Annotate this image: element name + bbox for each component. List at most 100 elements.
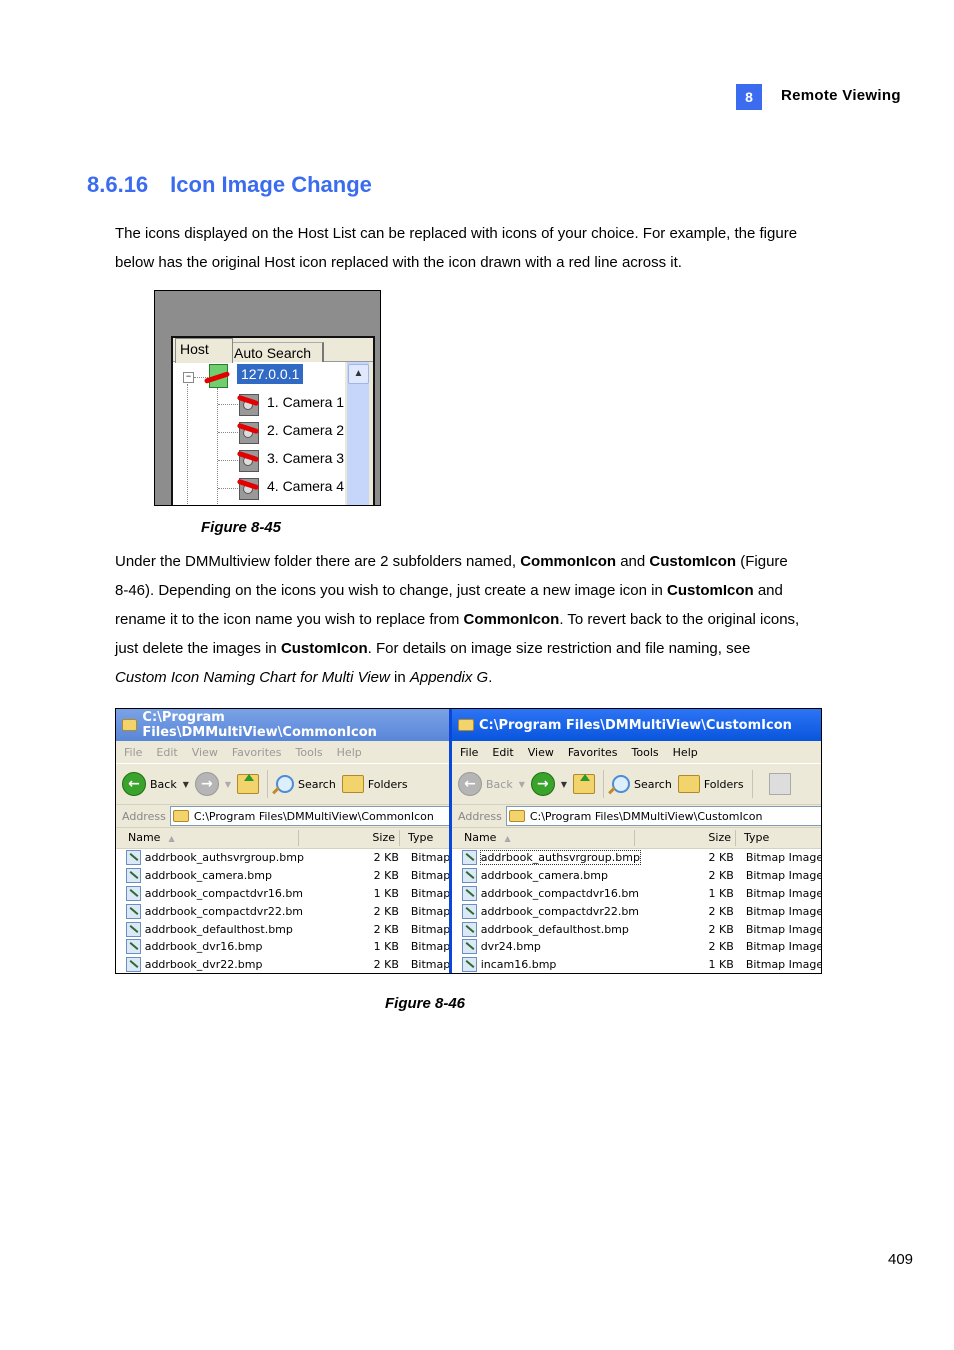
search-icon bbox=[276, 775, 295, 793]
file-row[interactable]: addrbook_defaulthost.bmp 2 KB Bitmap bbox=[116, 920, 450, 938]
column-header-name[interactable]: Name ▲ bbox=[116, 830, 299, 846]
toolbar: ← Back ▼ → ▼ Search Folders bbox=[116, 763, 450, 804]
camera-item[interactable]: 1. Camera 1 bbox=[267, 394, 344, 410]
menu-favorites[interactable]: Favorites bbox=[232, 746, 282, 759]
appendix-reference: Appendix G bbox=[409, 669, 489, 686]
file-row-focused[interactable]: addrbook_authsvrgroup.bmp 2 KB Bitmap Imag… bbox=[452, 849, 821, 867]
intro-line: below has the original Host icon replace… bbox=[115, 254, 682, 271]
host-list-tabs: Host Auto Search bbox=[173, 338, 373, 364]
section-heading: 8.6.16 Icon Image Change bbox=[87, 172, 372, 198]
column-header-type[interactable]: Type bbox=[400, 830, 448, 846]
file-row[interactable]: addrbook_authsvrgroup.bmp 2 KB Bitmap bbox=[116, 849, 450, 867]
collapse-icon[interactable]: − bbox=[183, 372, 194, 383]
page-number: 409 bbox=[888, 1251, 914, 1268]
figure-8-46-explorer-screenshot: C:\Program Files\DMMultiView\CommonIcon … bbox=[115, 708, 822, 974]
toolbar-separator bbox=[603, 770, 605, 798]
bitmap-file-icon bbox=[462, 885, 477, 901]
column-header-size[interactable]: Size bbox=[635, 830, 736, 846]
back-dropdown-icon[interactable]: ▼ bbox=[519, 780, 525, 789]
file-list: addrbook_authsvrgroup.bmp 2 KB Bitmap addr… bbox=[116, 849, 450, 973]
menu-bar: File Edit View Favorites Tools Help bbox=[452, 741, 821, 763]
host-item[interactable]: 127.0.0.1 bbox=[237, 364, 304, 384]
folders-button[interactable]: Folders bbox=[341, 775, 408, 793]
list-header: Name ▲ Size Type bbox=[116, 827, 450, 849]
section-title: Icon Image Change bbox=[170, 172, 372, 197]
forward-dropdown-icon[interactable]: ▼ bbox=[225, 780, 231, 789]
folders-button[interactable]: Folders bbox=[677, 775, 744, 793]
camera-icon-custom bbox=[236, 392, 261, 416]
window-titlebar[interactable]: C:\Program Files\DMMultiView\CustomIcon bbox=[452, 709, 821, 741]
move-to-icon[interactable] bbox=[768, 773, 791, 795]
column-header-type[interactable]: Type bbox=[736, 830, 821, 846]
camera-item[interactable]: 4. Camera 4 bbox=[267, 478, 344, 494]
menu-help[interactable]: Help bbox=[337, 746, 362, 759]
bitmap-file-icon bbox=[462, 939, 477, 955]
forward-dropdown-icon[interactable]: ▼ bbox=[561, 780, 567, 789]
address-input[interactable]: C:\Program Files\DMMultiView\CustomIcon bbox=[505, 806, 821, 826]
menu-help[interactable]: Help bbox=[673, 746, 698, 759]
chapter-number-badge: 8 bbox=[736, 84, 762, 110]
bitmap-file-icon bbox=[462, 903, 477, 919]
window-titlebar[interactable]: C:\Program Files\DMMultiView\CommonIcon bbox=[116, 709, 450, 741]
address-label: Address bbox=[458, 809, 502, 823]
address-input[interactable]: C:\Program Files\DMMultiView\CommonIcon bbox=[169, 806, 450, 826]
camera-icon-custom bbox=[236, 476, 261, 500]
menu-tools[interactable]: Tools bbox=[296, 746, 323, 759]
file-row[interactable]: addrbook_compactdvr16.bmp 1 KB Bitmap Imag… bbox=[452, 885, 821, 903]
back-button[interactable]: ← Back bbox=[122, 772, 177, 796]
bitmap-file-icon bbox=[126, 957, 141, 973]
search-button[interactable]: Search bbox=[276, 775, 336, 793]
file-row[interactable]: addrbook_defaulthost.bmp 2 KB Bitmap Image bbox=[452, 920, 821, 938]
intro-line: The icons displayed on the Host List can… bbox=[115, 225, 798, 242]
menu-favorites[interactable]: Favorites bbox=[568, 746, 618, 759]
menu-edit[interactable]: Edit bbox=[492, 746, 513, 759]
file-row[interactable]: incam16.bmp 1 KB Bitmap Image bbox=[452, 956, 821, 973]
folder-icon bbox=[508, 810, 525, 822]
file-row[interactable]: addrbook_dvr22.bmp 2 KB Bitmap bbox=[116, 956, 450, 973]
camera-item[interactable]: 2. Camera 2 bbox=[267, 422, 344, 438]
camera-item[interactable]: 3. Camera 3 bbox=[267, 450, 344, 466]
menu-file[interactable]: File bbox=[460, 746, 478, 759]
file-row[interactable]: addrbook_compactdvr16.bmp 1 KB Bitmap bbox=[116, 885, 450, 903]
vertical-scrollbar[interactable]: ▲ bbox=[347, 362, 369, 505]
forward-button[interactable]: → bbox=[530, 772, 555, 796]
file-row[interactable]: addrbook_compactdvr22.bmp 2 KB Bitmap bbox=[116, 902, 450, 920]
bitmap-file-icon bbox=[126, 903, 141, 919]
tab-host[interactable]: Host bbox=[175, 338, 233, 363]
forward-button[interactable]: → bbox=[194, 772, 219, 796]
file-row[interactable]: addrbook_camera.bmp 2 KB Bitmap bbox=[116, 867, 450, 885]
up-folder-icon[interactable] bbox=[237, 774, 260, 794]
scroll-up-icon[interactable]: ▲ bbox=[348, 364, 369, 384]
tab-auto-search[interactable]: Auto Search bbox=[229, 342, 324, 364]
figure-caption: Figure 8-46 bbox=[385, 995, 466, 1012]
search-button[interactable]: Search bbox=[612, 775, 672, 793]
back-dropdown-icon[interactable]: ▼ bbox=[183, 780, 189, 789]
host-icon-custom bbox=[209, 364, 228, 388]
file-row[interactable]: addrbook_compactdvr22.bmp 2 KB Bitmap Imag… bbox=[452, 902, 821, 920]
search-icon bbox=[612, 775, 631, 793]
menu-view[interactable]: View bbox=[192, 746, 218, 759]
file-row[interactable]: dvr24.bmp 2 KB Bitmap Image bbox=[452, 938, 821, 956]
column-header-size[interactable]: Size bbox=[299, 830, 400, 846]
back-button[interactable]: ← Back bbox=[458, 772, 513, 796]
file-row[interactable]: addrbook_camera.bmp 2 KB Bitmap Image bbox=[452, 867, 821, 885]
explorer-window-customicon: C:\Program Files\DMMultiView\CustomIcon … bbox=[449, 709, 821, 973]
bitmap-file-icon bbox=[126, 850, 141, 866]
camera-icon-custom bbox=[236, 448, 261, 472]
folder-name-bold: CustomIcon bbox=[649, 553, 737, 570]
bitmap-file-icon bbox=[126, 868, 141, 884]
menu-tools[interactable]: Tools bbox=[632, 746, 659, 759]
figure-caption: Figure 8-45 bbox=[201, 519, 282, 536]
bitmap-file-icon bbox=[126, 939, 141, 955]
column-header-name[interactable]: Name ▲ bbox=[452, 830, 635, 846]
window-title: C:\Program Files\DMMultiView\CommonIcon bbox=[142, 710, 377, 740]
folder-icon bbox=[458, 719, 474, 731]
file-row[interactable]: addrbook_dvr16.bmp 1 KB Bitmap bbox=[116, 938, 450, 956]
bitmap-file-icon bbox=[462, 957, 477, 973]
body-paragraph: Under the DMMultiview folder there are 2… bbox=[115, 553, 800, 686]
address-label: Address bbox=[122, 809, 166, 823]
menu-edit[interactable]: Edit bbox=[156, 746, 177, 759]
up-folder-icon[interactable] bbox=[573, 774, 596, 794]
menu-file[interactable]: File bbox=[124, 746, 142, 759]
menu-view[interactable]: View bbox=[528, 746, 554, 759]
